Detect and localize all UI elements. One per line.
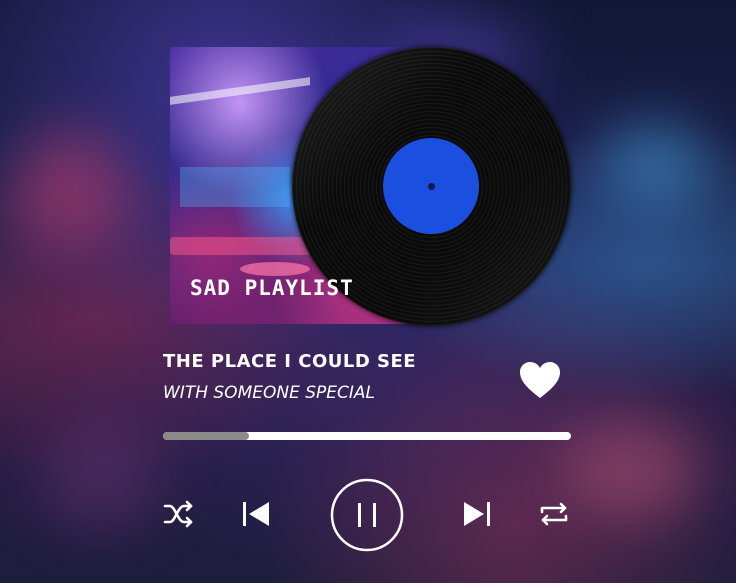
repeat-button[interactable] [538,500,570,528]
play-pause-button[interactable] [330,478,404,552]
shuffle-icon [163,500,193,528]
music-player: SAD PLAYLIST THE PLACE I COULD SEE WITH … [0,0,736,583]
album-art-detail [180,167,290,207]
background-blur [600,120,710,210]
skip-previous-icon [243,502,269,526]
like-button[interactable] [519,361,561,399]
background-blur [40,420,160,530]
progress-fill [163,432,249,440]
album-art-detail [170,237,320,255]
vinyl-spindle-hole [428,183,435,190]
background-blur [560,420,700,520]
album-art-detail [170,77,310,105]
song-artist: WITH SOMEONE SPECIAL [163,383,375,403]
background-blur [10,130,130,250]
album-art-detail [240,262,310,276]
playlist-label: SAD PLAYLIST [190,276,354,300]
skip-next-icon [464,502,490,526]
next-button[interactable] [462,500,492,528]
previous-button[interactable] [241,500,271,528]
progress-bar[interactable] [163,432,571,440]
repeat-icon [540,502,568,526]
shuffle-button[interactable] [163,500,195,528]
song-title: THE PLACE I COULD SEE [163,351,417,372]
heart-icon [520,362,560,398]
pause-icon [330,478,404,552]
